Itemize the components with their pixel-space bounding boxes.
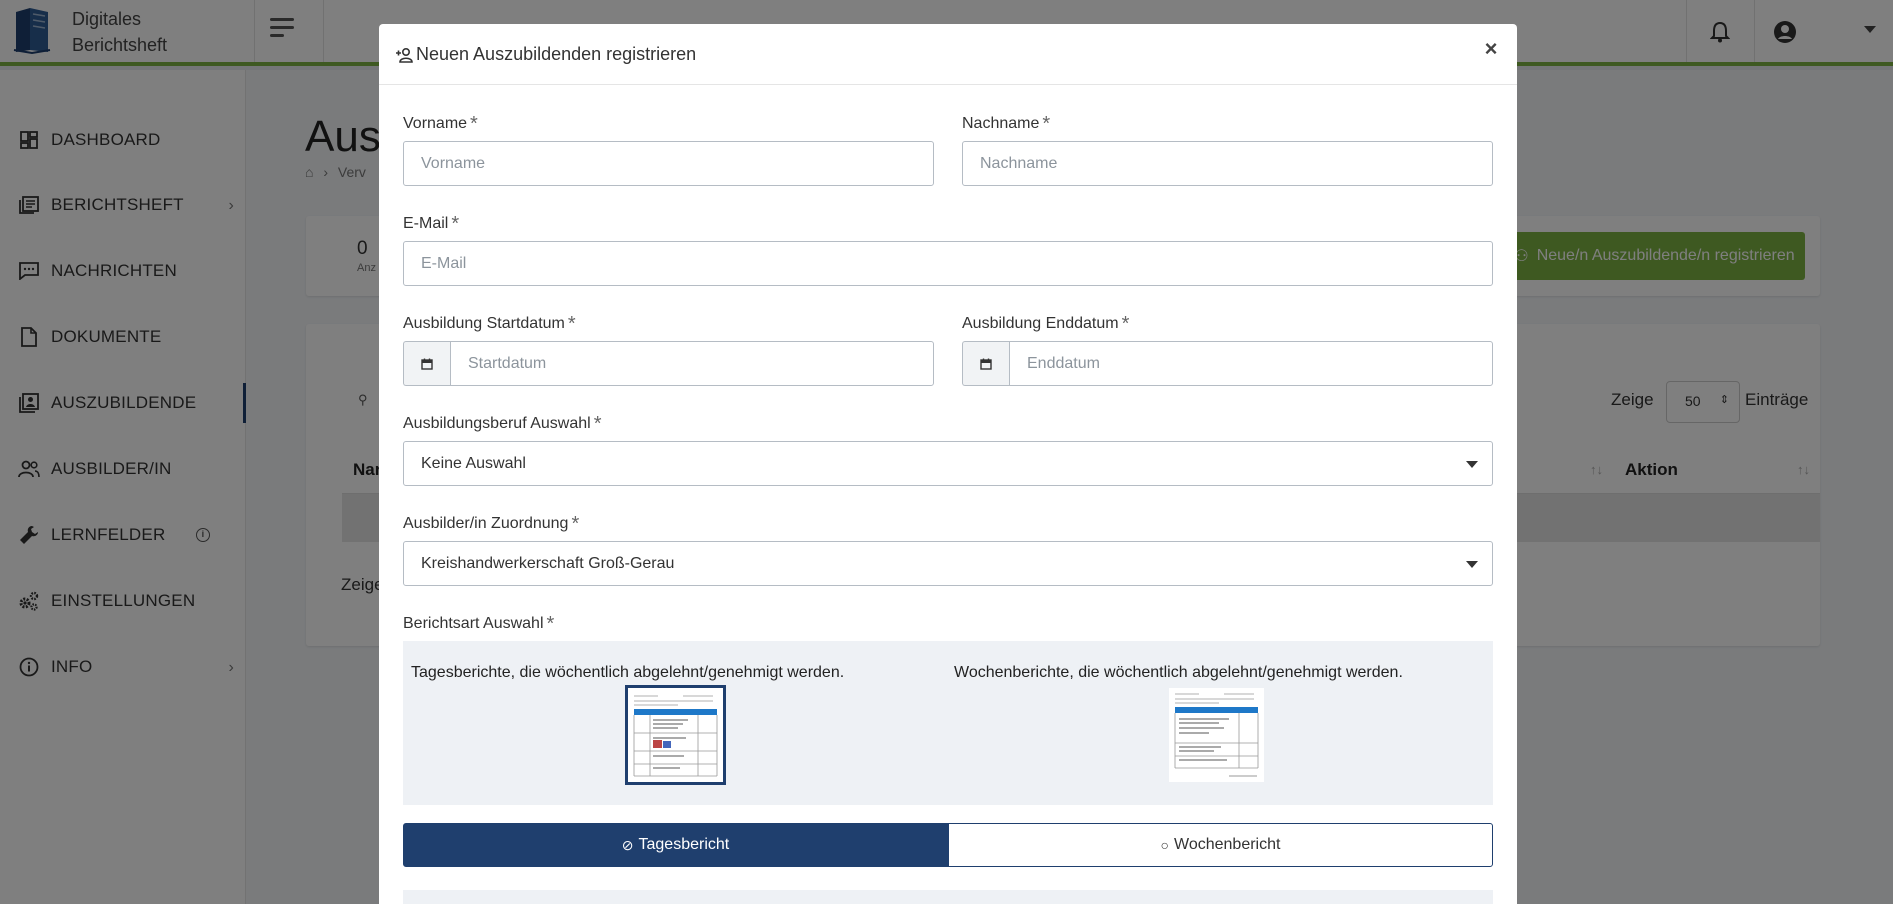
- caret-down-icon: [1466, 561, 1478, 568]
- modal-title-text: Neuen Auszubildenden registrieren: [416, 44, 697, 64]
- daily-report-description: Tagesberichte, die wöchentlich abgelehnt…: [411, 664, 845, 681]
- last-name-label: Nachname *: [962, 111, 1051, 135]
- report-type-label: Berichtsart Auswahl *: [403, 611, 555, 635]
- weekly-report-toggle-label: Wochenbericht: [1174, 836, 1281, 853]
- modal-title: Neuen Auszubildenden registrieren: [395, 44, 696, 65]
- email-label-text: E-Mail: [403, 215, 449, 232]
- weekly-report-preview[interactable]: [1169, 688, 1264, 782]
- required-marker: *: [470, 113, 478, 135]
- daily-report-preview[interactable]: [625, 685, 726, 785]
- required-marker: *: [593, 413, 602, 435]
- trainer-select[interactable]: Kreishandwerkerschaft Groß-Gerau: [403, 541, 1493, 586]
- report-type-options: Tagesberichte, die wöchentlich abgelehnt…: [403, 641, 1493, 805]
- weekly-report-preview-image: [1170, 689, 1263, 781]
- first-name-label-text: Vorname: [403, 115, 468, 132]
- required-marker: *: [546, 613, 555, 635]
- report-type-label-text: Berichtsart Auswahl: [403, 615, 544, 632]
- required-marker: *: [1121, 313, 1130, 335]
- modal-header: Neuen Auszubildenden registrieren ×: [379, 24, 1517, 85]
- weekly-report-toggle-button[interactable]: ○ Wochenbericht: [948, 823, 1493, 867]
- first-name-input[interactable]: [403, 141, 934, 186]
- calendar-icon[interactable]: [962, 341, 1009, 386]
- required-marker: *: [451, 213, 460, 235]
- register-trainee-modal: Neuen Auszubildenden registrieren × Vorn…: [379, 24, 1517, 904]
- weekly-report-description: Wochenberichte, die wöchentlich abgelehn…: [954, 664, 1403, 681]
- email-label: E-Mail *: [403, 211, 460, 235]
- daily-report-toggle-button[interactable]: ⊘ Tagesbericht: [403, 823, 948, 867]
- email-input[interactable]: [403, 241, 1493, 286]
- close-icon[interactable]: ×: [1479, 38, 1503, 62]
- trainer-select-value: Kreishandwerkerschaft Groß-Gerau: [421, 555, 675, 572]
- start-date-label: Ausbildung Startdatum *: [403, 311, 576, 335]
- check-circle-icon: ⊘: [621, 836, 634, 853]
- next-section: [403, 890, 1493, 904]
- required-marker: *: [567, 313, 576, 335]
- first-name-label: Vorname *: [403, 111, 478, 135]
- end-date-label: Ausbildung Enddatum *: [962, 311, 1130, 335]
- trainer-label: Ausbilder/in Zuordnung *: [403, 511, 580, 535]
- last-name-label-text: Nachname: [962, 115, 1040, 132]
- daily-report-preview-image: [631, 691, 720, 779]
- circle-icon: ○: [1160, 837, 1170, 853]
- trainer-label-text: Ausbilder/in Zuordnung: [403, 515, 569, 532]
- profession-select[interactable]: Keine Auswahl: [403, 441, 1493, 486]
- profession-select-value: Keine Auswahl: [421, 455, 526, 472]
- start-date-label-text: Ausbildung Startdatum: [403, 315, 565, 332]
- end-date-input[interactable]: [1009, 341, 1493, 386]
- caret-down-icon: [1466, 461, 1478, 468]
- profession-label: Ausbildungsberuf Auswahl *: [403, 411, 602, 435]
- last-name-input[interactable]: [962, 141, 1493, 186]
- end-date-label-text: Ausbildung Enddatum: [962, 315, 1119, 332]
- profession-label-text: Ausbildungsberuf Auswahl: [403, 415, 591, 432]
- user-plus-icon: [396, 47, 413, 63]
- calendar-icon[interactable]: [403, 341, 450, 386]
- start-date-input[interactable]: [450, 341, 934, 386]
- required-marker: *: [571, 513, 580, 535]
- daily-report-toggle-label: Tagesbericht: [638, 836, 730, 853]
- required-marker: *: [1042, 113, 1051, 135]
